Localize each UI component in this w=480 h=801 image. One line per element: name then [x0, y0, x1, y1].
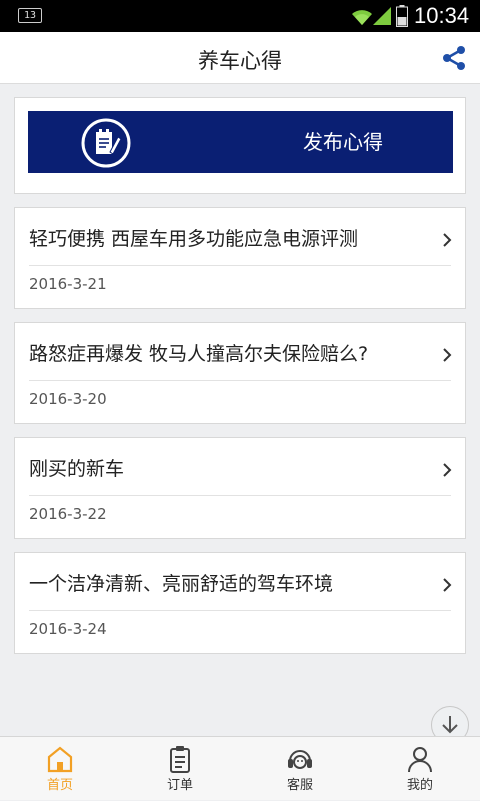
bottom-nav: 首页 订单 客服 我的: [0, 736, 480, 800]
wifi-icon: [352, 10, 372, 25]
nav-label: 首页: [46, 778, 73, 793]
post-title: 轻巧便携 西屋车用多功能应急电源评测: [29, 228, 359, 250]
app-header: 养车心得: [0, 32, 480, 84]
post-title: 路怒症再爆发 牧马人撞高尔夫保险赔么?: [29, 343, 369, 365]
post-date: 2016-3-20: [29, 390, 107, 408]
share-icon[interactable]: [440, 44, 468, 72]
user-icon: [408, 747, 432, 773]
list-item[interactable]: 轻巧便携 西屋车用多功能应急电源评测 2016-3-21: [14, 207, 466, 309]
nav-profile[interactable]: 我的: [360, 737, 480, 801]
divider: [29, 495, 451, 496]
chevron-right-icon: [443, 463, 452, 477]
post-date: 2016-3-21: [29, 275, 107, 293]
chevron-right-icon: [443, 348, 452, 362]
chevron-right-icon: [443, 233, 452, 247]
headset-icon: [288, 750, 312, 769]
post-title: 一个洁净清新、亮丽舒适的驾车环境: [29, 573, 334, 595]
nav-label: 我的: [406, 778, 433, 793]
divider: [29, 610, 451, 611]
notification-badge: 13: [18, 8, 42, 23]
publish-label: 发布心得: [303, 130, 383, 154]
nav-home[interactable]: 首页: [0, 737, 120, 801]
publish-card: 发布心得: [14, 97, 466, 194]
nav-label: 订单: [166, 778, 193, 793]
nav-orders[interactable]: 订单: [120, 737, 240, 801]
chevron-right-icon: [443, 578, 452, 592]
post-title: 刚买的新车: [29, 458, 125, 480]
battery-icon: [396, 5, 408, 27]
nav-label: 客服: [286, 778, 313, 793]
edit-document-icon: [81, 118, 131, 168]
page-title: 养车心得: [198, 49, 282, 73]
publish-button[interactable]: 发布心得: [28, 111, 453, 173]
list-item[interactable]: 刚买的新车 2016-3-22: [14, 437, 466, 539]
list-item[interactable]: 路怒症再爆发 牧马人撞高尔夫保险赔么? 2016-3-20: [14, 322, 466, 424]
divider: [29, 265, 451, 266]
status-bar: 13 10:34: [0, 0, 480, 32]
divider: [29, 380, 451, 381]
post-date: 2016-3-24: [29, 620, 107, 638]
status-time: 10:34: [414, 3, 470, 28]
clipboard-icon: [170, 746, 190, 773]
list-item[interactable]: 一个洁净清新、亮丽舒适的驾车环境 2016-3-24: [14, 552, 466, 654]
home-icon: [47, 746, 73, 773]
signal-icon: [373, 7, 391, 25]
post-date: 2016-3-22: [29, 505, 107, 523]
nav-service[interactable]: 客服: [240, 737, 360, 801]
